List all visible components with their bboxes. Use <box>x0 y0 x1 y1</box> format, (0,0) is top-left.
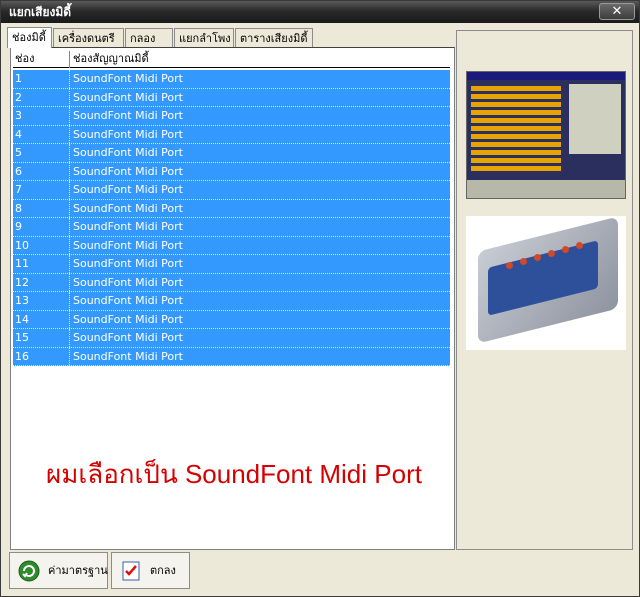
table-row[interactable]: 2 SoundFont Midi Port <box>13 88 450 107</box>
sound-canvas-part-bar <box>471 110 561 115</box>
channel-number: 9 <box>13 218 70 236</box>
sound-canvas-part-bar <box>471 102 561 107</box>
knob-icon <box>548 250 555 257</box>
column-header-midi-port[interactable]: ช่องสัญญาณมิดี้ <box>71 51 450 68</box>
table-row[interactable]: 11 SoundFont Midi Port <box>13 255 450 274</box>
midi-port[interactable]: SoundFont Midi Port <box>71 163 450 181</box>
annotation-text: ผมเลือกเป็น SoundFont Midi Port <box>46 459 422 489</box>
sound-canvas-part-bar <box>471 86 561 91</box>
sound-canvas-part-bar <box>471 118 561 123</box>
channel-number: 14 <box>13 310 70 328</box>
tab-instruments[interactable]: เครื่องดนตรี <box>53 28 124 47</box>
knob-icon <box>506 262 513 269</box>
channel-number: 11 <box>13 255 70 273</box>
midi-port[interactable]: SoundFont Midi Port <box>71 89 450 107</box>
table-row[interactable]: 14 SoundFont Midi Port <box>13 310 450 329</box>
tab-speaker-split[interactable]: แยกลำโพง <box>174 28 234 47</box>
midi-port[interactable]: SoundFont Midi Port <box>71 144 450 162</box>
sound-canvas-part-bar <box>471 126 561 131</box>
channel-number: 3 <box>13 107 70 125</box>
table-row[interactable]: 7 SoundFont Midi Port <box>13 181 450 200</box>
knob-icon <box>576 242 583 249</box>
channel-number: 1 <box>13 70 70 88</box>
sound-canvas-footer <box>467 180 625 198</box>
channel-number: 5 <box>13 144 70 162</box>
bottom-button-bar: ค่ามาตรฐาน ตกลง <box>7 552 633 592</box>
midi-port[interactable]: SoundFont Midi Port <box>71 218 450 236</box>
channel-number: 2 <box>13 88 70 106</box>
midi-port[interactable]: SoundFont Midi Port <box>71 126 450 144</box>
table-row[interactable]: 12 SoundFont Midi Port <box>13 273 450 292</box>
knob-icon <box>520 258 527 265</box>
midi-port[interactable]: SoundFont Midi Port <box>71 255 450 273</box>
channel-rows: 1 SoundFont Midi Port 2 SoundFont Midi Por… <box>13 70 450 366</box>
table-row[interactable]: 8 SoundFont Midi Port <box>13 199 450 218</box>
default-button[interactable]: ค่ามาตรฐาน <box>9 552 108 589</box>
close-button[interactable]: ✕ <box>599 3 635 20</box>
default-button-label: ค่ามาตรฐาน <box>48 564 108 577</box>
channel-number: 7 <box>13 181 70 199</box>
table-row[interactable]: 3 SoundFont Midi Port <box>13 107 450 126</box>
table-row[interactable]: 5 SoundFont Midi Port <box>13 144 450 163</box>
table-row[interactable]: 9 SoundFont Midi Port <box>13 218 450 237</box>
midi-port[interactable]: SoundFont Midi Port <box>71 329 450 347</box>
midi-split-window: แยกเสียงมิดี้ ✕ ช่องมิดี้ เครื่องดนตรี ก… <box>0 0 640 597</box>
sound-canvas-part-bar <box>471 158 561 163</box>
sound-canvas-image <box>466 71 626 199</box>
table-row[interactable]: 13 SoundFont Midi Port <box>13 292 450 311</box>
midi-port[interactable]: SoundFont Midi Port <box>71 200 450 218</box>
sound-canvas-part-bar <box>471 94 561 99</box>
midi-port[interactable]: SoundFont Midi Port <box>71 237 450 255</box>
channel-number: 4 <box>13 125 70 143</box>
midi-port[interactable]: SoundFont Midi Port <box>71 292 450 310</box>
channel-number: 12 <box>13 273 70 291</box>
sound-canvas-part-bar <box>471 134 561 139</box>
mixer-image <box>466 216 626 350</box>
grid-header: ช่อง ช่องสัญญาณมิดี้ <box>13 51 450 68</box>
column-header-channel[interactable]: ช่อง <box>13 51 70 68</box>
sound-canvas-part-bar <box>471 150 561 155</box>
channel-number: 13 <box>13 292 70 310</box>
tab-midi-sound-table[interactable]: ตารางเสียงมิดี้ <box>235 28 313 47</box>
channel-number: 8 <box>13 199 70 217</box>
midi-port[interactable]: SoundFont Midi Port <box>71 70 450 88</box>
ok-button-label: ตกลง <box>150 564 176 577</box>
checklist-icon <box>122 561 140 581</box>
table-row[interactable]: 4 SoundFont Midi Port <box>13 125 450 144</box>
channel-number: 15 <box>13 329 70 347</box>
channel-grid-panel: ช่อง ช่องสัญญาณมิดี้ 1 SoundFont Midi Por… <box>10 47 455 550</box>
midi-port[interactable]: SoundFont Midi Port <box>71 107 450 125</box>
sound-canvas-controls <box>569 84 621 154</box>
table-row[interactable]: 15 SoundFont Midi Port <box>13 329 450 348</box>
tab-midi-channels[interactable]: ช่องมิดี้ <box>7 27 52 48</box>
refresh-icon <box>18 560 40 582</box>
table-row[interactable]: 6 SoundFont Midi Port <box>13 162 450 181</box>
tab-drums[interactable]: กลอง <box>125 28 173 47</box>
midi-port[interactable]: SoundFont Midi Port <box>71 311 450 329</box>
table-row[interactable]: 10 SoundFont Midi Port <box>13 236 450 255</box>
knob-icon <box>562 246 569 253</box>
window-title: แยกเสียงมิดี้ <box>9 5 72 19</box>
preview-panel <box>456 30 633 550</box>
knob-icon <box>534 254 541 261</box>
channel-number: 16 <box>13 347 70 365</box>
table-row[interactable]: 16 SoundFont Midi Port <box>13 347 450 366</box>
sound-canvas-part-bar <box>471 166 561 171</box>
midi-port[interactable]: SoundFont Midi Port <box>71 181 450 199</box>
title-bar: แยกเสียงมิดี้ ✕ <box>1 1 639 23</box>
sound-canvas-part-bar <box>471 142 561 147</box>
ok-button[interactable]: ตกลง <box>111 552 190 589</box>
channel-number: 10 <box>13 236 70 254</box>
midi-port[interactable]: SoundFont Midi Port <box>71 348 450 366</box>
table-row[interactable]: 1 SoundFont Midi Port <box>13 70 450 89</box>
sound-canvas-titlebar <box>467 72 625 80</box>
midi-port[interactable]: SoundFont Midi Port <box>71 274 450 292</box>
channel-number: 6 <box>13 162 70 180</box>
